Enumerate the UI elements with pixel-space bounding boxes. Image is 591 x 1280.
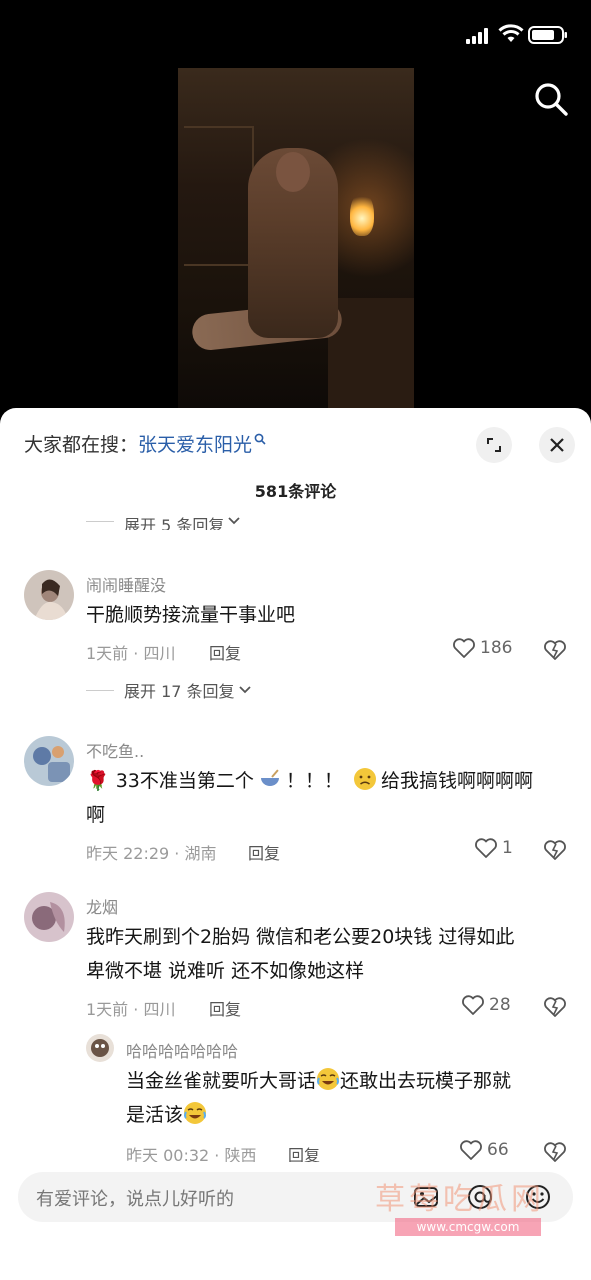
heart-icon — [453, 638, 475, 658]
like-button[interactable]: 1 — [474, 837, 513, 859]
search-icon — [254, 433, 266, 445]
like-button[interactable]: 186 — [452, 637, 512, 659]
comment-text-continued: 卑微不堪 说难听 还不如像她这样 — [86, 960, 365, 982]
comment-input-placeholder: 有爱评论，说点儿好听的 — [36, 1189, 234, 1210]
hot-search-keyword[interactable]: 张天爱东阳光 — [138, 434, 252, 456]
heart-icon — [460, 1140, 482, 1160]
comment-meta: 昨天 22:29 · 湖南 — [86, 844, 217, 863]
dislike-icon[interactable] — [543, 1140, 567, 1164]
fullscreen-button[interactable] — [476, 427, 512, 463]
expand-replies-button[interactable]: 展开 5 条回复 — [86, 512, 240, 530]
sad-face-emoji-icon — [353, 768, 376, 790]
video-thumbnail — [178, 68, 414, 408]
comment-text: 干脆顺势接流量干事业吧 — [86, 604, 296, 626]
close-icon — [550, 438, 564, 452]
comment-text-continued: 啊 — [86, 804, 106, 826]
heart-icon — [475, 838, 497, 858]
reply-button[interactable]: 回复 — [209, 996, 241, 1020]
close-button[interactable] — [539, 427, 575, 463]
like-button[interactable]: 28 — [461, 994, 511, 1016]
comment-meta: 1天前 · 四川 — [86, 1000, 176, 1019]
avatar[interactable] — [24, 892, 74, 942]
comment-sheet: 大家都在搜：张天爱东阳光 581条评论 展开 5 条回复 闹闹睡醒没 干脆顺势接… — [0, 408, 591, 1280]
chevron-down-icon — [228, 517, 240, 525]
expand-replies-button[interactable]: 展开 17 条回复 — [86, 678, 251, 702]
comment-username[interactable]: 闹闹睡醒没 — [86, 572, 166, 596]
bowl-emoji-icon — [260, 769, 279, 786]
comment-text: 我昨天刷到个2胎妈 微信和老公要20块钱 过得如此 — [86, 926, 515, 948]
dislike-icon[interactable] — [543, 838, 567, 862]
comment-text: 🌹 33不准当第二个！！！ 给我搞钱啊啊啊啊 — [86, 764, 566, 798]
hot-search[interactable]: 大家都在搜：张天爱东阳光 — [24, 430, 266, 457]
avatar[interactable] — [86, 1034, 114, 1062]
comment-username[interactable]: 不吃鱼.. — [86, 738, 144, 762]
watermark-text: 草莓吃瓜网 — [375, 1182, 545, 1217]
chevron-down-icon — [238, 686, 251, 694]
dislike-icon[interactable] — [543, 995, 567, 1019]
wifi-icon — [498, 24, 524, 42]
status-bar — [0, 0, 591, 70]
reply-button[interactable]: 回复 — [209, 640, 241, 664]
signal-icon — [466, 28, 488, 44]
reply-username[interactable]: 哈哈哈哈哈哈哈 — [126, 1038, 238, 1062]
watermark-url: www.cmcgw.com — [395, 1218, 541, 1236]
hot-search-label: 大家都在搜： — [24, 434, 139, 456]
comment-username[interactable]: 龙烟 — [86, 894, 118, 918]
avatar[interactable] — [24, 570, 74, 620]
reply-text-continued: 是活该 — [126, 1098, 207, 1132]
crying-laughing-emoji-icon — [317, 1068, 340, 1090]
comment-meta: 1天前 · 四川 — [86, 644, 176, 663]
reply-button[interactable]: 回复 — [248, 840, 280, 864]
comment-count: 581条评论 — [254, 482, 337, 501]
avatar[interactable] — [24, 736, 74, 786]
expand-icon — [487, 438, 501, 452]
like-count: 186 — [480, 638, 513, 658]
reply-text: 当金丝雀就要听大哥话 还敢出去玩模子那就 — [126, 1064, 566, 1098]
dislike-icon[interactable] — [543, 638, 567, 662]
crying-laughing-emoji-icon — [184, 1102, 207, 1124]
like-count: 28 — [489, 995, 511, 1015]
like-count: 66 — [487, 1140, 509, 1160]
like-button[interactable]: 66 — [459, 1139, 509, 1161]
rose-emoji-icon: 🌹 — [86, 770, 110, 792]
battery-icon — [528, 26, 567, 44]
like-count: 1 — [502, 838, 513, 858]
heart-icon — [462, 995, 484, 1015]
search-icon[interactable] — [532, 80, 570, 118]
